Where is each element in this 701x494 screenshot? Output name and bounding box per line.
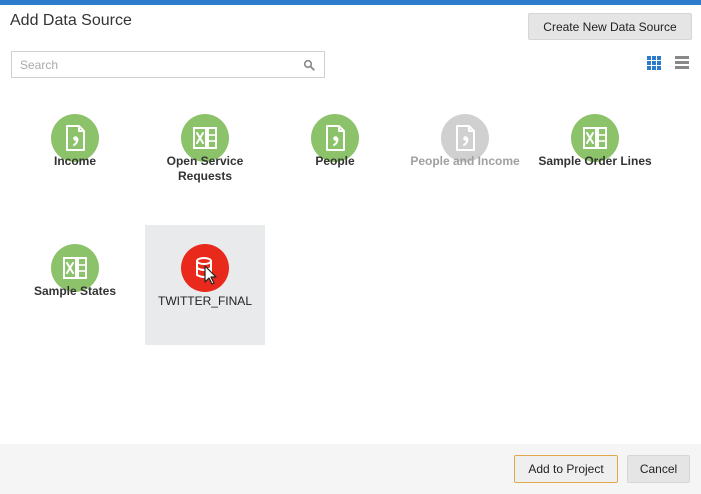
- data-source-tile-people[interactable]: People: [275, 90, 395, 210]
- search-icon[interactable]: [303, 59, 315, 71]
- data-source-tile-people-and-income: People and Income: [405, 90, 525, 210]
- dialog-top-accent-bar: [0, 0, 701, 5]
- data-source-label: People and Income: [410, 154, 520, 168]
- data-source-label: Sample Order Lines: [538, 154, 652, 168]
- data-source-tile-income[interactable]: Income: [15, 90, 135, 210]
- data-source-label: Open Service Requests: [166, 154, 244, 183]
- data-source-tile-open-service-requests[interactable]: Open Service Requests: [145, 90, 265, 210]
- search-box: [11, 51, 325, 78]
- data-source-label: TWITTER_FINAL: [157, 294, 252, 308]
- create-new-data-source-button[interactable]: Create New Data Source: [528, 13, 692, 40]
- data-source-tile-twitter-final[interactable]: TWITTER_FINAL: [145, 225, 265, 345]
- dialog-title: Add Data Source: [10, 12, 132, 29]
- grid-view-icon[interactable]: [647, 56, 661, 70]
- database-icon: [181, 244, 229, 292]
- add-to-project-button[interactable]: Add to Project: [514, 455, 618, 483]
- cancel-button[interactable]: Cancel: [627, 455, 690, 483]
- data-source-tile-sample-order-lines[interactable]: Sample Order Lines: [535, 90, 655, 210]
- list-view-icon[interactable]: [675, 56, 689, 70]
- data-source-label: Income: [53, 154, 96, 168]
- search-input[interactable]: [12, 52, 292, 77]
- data-source-label: People: [315, 154, 355, 168]
- data-source-tile-sample-states[interactable]: Sample States: [15, 220, 135, 340]
- data-source-label: Sample States: [33, 284, 117, 298]
